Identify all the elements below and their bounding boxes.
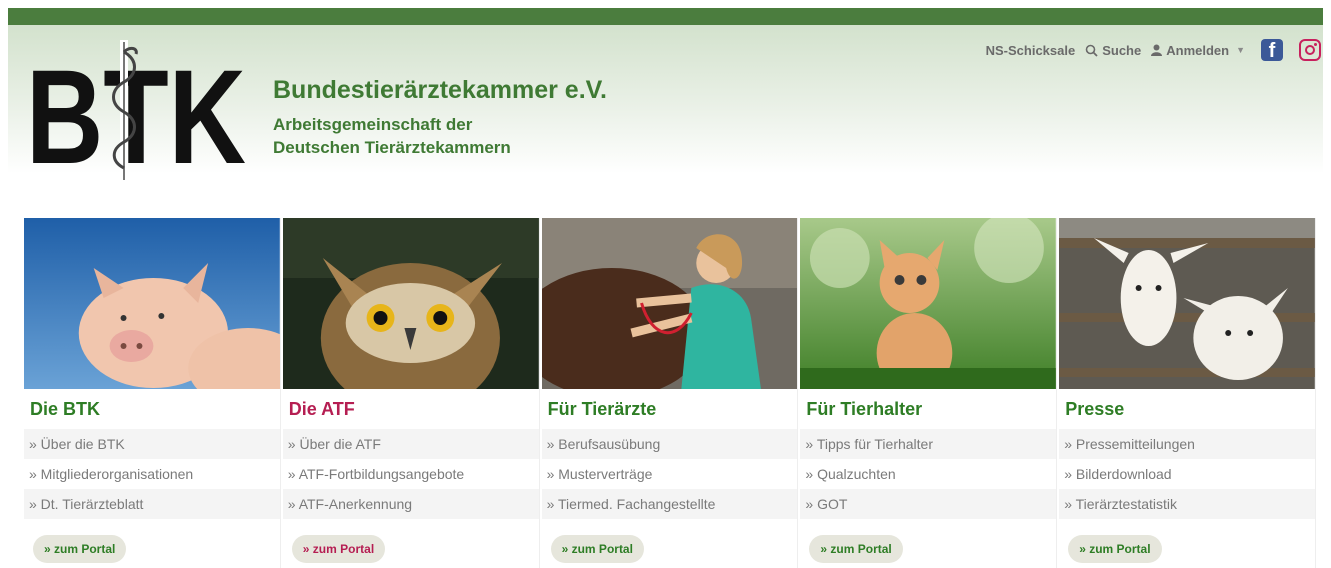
link-atf-anerkennung[interactable]: » ATF-Anerkennung <box>282 489 539 519</box>
top-navigation: NS-Schicksale Suche Anmelden ▼ f <box>986 37 1321 63</box>
search-icon <box>1085 44 1098 57</box>
card-fuer-tieraerzte: Für Tierärzte » Berufsausübung » Musterv… <box>541 218 799 568</box>
link-qualzuchten[interactable]: » Qualzuchten <box>800 459 1056 489</box>
link-ueber-die-btk[interactable]: » Über die BTK <box>24 429 280 459</box>
card-title: Für Tierärzte <box>547 399 657 419</box>
portal-button[interactable]: » zum Portal <box>33 535 127 563</box>
org-subtitle-line1: Arbeitsgemeinschaft der <box>273 115 473 134</box>
org-title: Bundestierärztekammer e.V. <box>273 76 607 104</box>
link-mustervertraege[interactable]: » Musterverträge <box>542 459 798 489</box>
top-bar <box>8 8 1323 25</box>
login-label: Anmelden <box>1166 42 1230 58</box>
card-title: Die ATF <box>288 399 355 419</box>
portal-button[interactable]: » zum Portal <box>809 535 903 563</box>
card-presse: Presse » Pressemitteilungen » Bilderdown… <box>1059 218 1316 568</box>
link-got[interactable]: » GOT <box>800 489 1057 519</box>
search-link[interactable]: Suche <box>1085 43 1141 58</box>
search-label: Suche <box>1102 42 1142 58</box>
link-fachangestellte[interactable]: » Tiermed. Fachangestellte <box>541 489 798 519</box>
portal-button[interactable]: » zum Portal <box>550 535 644 563</box>
ns-schicksale-link[interactable]: NS-Schicksale <box>986 43 1076 58</box>
link-bilderdownload[interactable]: » Bilderdownload <box>1059 459 1315 489</box>
card-fuer-tierhalter: Für Tierhalter » Tipps für Tierhalter » … <box>800 218 1058 568</box>
owl-photo[interactable] <box>282 218 539 389</box>
link-mitgliederorganisationen[interactable]: » Mitgliederorganisationen <box>24 459 280 489</box>
card-die-btk: Die BTK » Über die BTK » Mitgliederorgan… <box>24 218 281 568</box>
link-tieraerzteblatt[interactable]: » Dt. Tierärzteblatt <box>24 489 280 519</box>
chevron-down-icon: ▼ <box>1236 45 1245 55</box>
vet-with-horse-photo[interactable] <box>541 218 798 389</box>
org-subtitle: Arbeitsgemeinschaft der Deutschen Tierär… <box>273 113 511 159</box>
card-title: Die BTK <box>30 399 101 419</box>
card-links: » Berufsausübung » Musterverträge » Tier… <box>541 429 798 519</box>
card-links: » Pressemitteilungen » Bilderdownload » … <box>1059 429 1315 519</box>
instagram-icon[interactable] <box>1299 39 1321 61</box>
link-tipps-fuer-tierhalter[interactable]: » Tipps für Tierhalter <box>800 429 1057 459</box>
card-die-atf: Die ATF » Über die ATF » ATF-Fortbildung… <box>282 218 540 568</box>
goats-photo[interactable] <box>1059 218 1315 389</box>
svg-text:BTK: BTK <box>26 43 246 180</box>
card-title: Für Tierhalter <box>806 399 923 419</box>
ns-schicksale-label: NS-Schicksale <box>985 42 1076 58</box>
org-subtitle-line2: Deutschen Tierärztekammern <box>273 138 511 157</box>
card-links: » Über die BTK » Mitgliederorganisatione… <box>24 429 280 519</box>
link-berufsausuebung[interactable]: » Berufsausübung <box>541 429 798 459</box>
user-icon <box>1151 44 1163 56</box>
link-pressemitteilungen[interactable]: » Pressemitteilungen <box>1059 429 1315 459</box>
link-tieraerztestatistik[interactable]: » Tierärztestatistik <box>1059 489 1315 519</box>
portal-button[interactable]: » zum Portal <box>1068 535 1162 563</box>
card-links: » Über die ATF » ATF-Fortbildungsangebot… <box>282 429 539 519</box>
kitten-photo[interactable] <box>800 218 1057 389</box>
btk-logo[interactable]: BTK <box>26 40 246 180</box>
pig-photo[interactable] <box>24 218 280 389</box>
card-title: Presse <box>1065 399 1125 419</box>
category-cards: Die BTK » Über die BTK » Mitgliederorgan… <box>24 218 1316 568</box>
link-ueber-die-atf[interactable]: » Über die ATF <box>282 429 539 459</box>
portal-button[interactable]: » zum Portal <box>291 535 386 563</box>
card-links: » Tipps für Tierhalter » Qualzuchten » G… <box>800 429 1057 519</box>
facebook-icon[interactable]: f <box>1261 39 1283 61</box>
login-dropdown[interactable]: Anmelden ▼ <box>1151 43 1245 58</box>
link-atf-fortbildungsangebote[interactable]: » ATF-Fortbildungsangebote <box>283 459 539 489</box>
